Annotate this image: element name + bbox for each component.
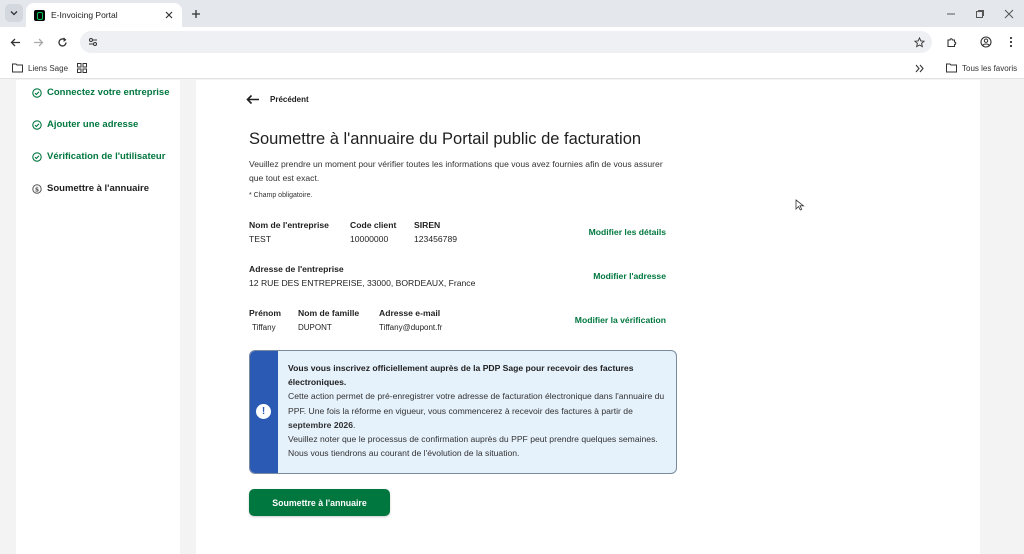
extensions-button[interactable]: [943, 34, 959, 50]
last-name-label: Nom de famille: [298, 308, 360, 318]
star-icon: [913, 36, 925, 48]
intro-text: Veuillez prendre un moment pour vérifier…: [249, 159, 663, 183]
last-name-value: DUPONT: [298, 323, 332, 332]
step-label: Soumettre à l'annuaire: [47, 183, 150, 194]
company-name-value: TEST: [249, 234, 271, 244]
email-value: Tiffany@dupont.fr: [379, 323, 443, 332]
bookmarks-bar: Liens Sage Tous les favoris: [0, 57, 1024, 79]
bookmark-folder-liens-sage[interactable]: Liens Sage: [12, 61, 68, 75]
restore-icon: [976, 10, 984, 18]
required-note: * Champ obligatoire.: [249, 192, 313, 199]
forward-nav-button[interactable]: [30, 34, 46, 50]
arrow-left-icon: [246, 94, 259, 105]
submit-directory-button[interactable]: Soumettre à l'annuaire: [249, 489, 390, 516]
step-label: Vérification de l'utilisateur: [47, 151, 166, 162]
apps-button[interactable]: [77, 61, 92, 75]
notice-text-part: Cette action permet de pré-enregistrer v…: [288, 391, 665, 416]
check-circle-icon: [32, 87, 42, 98]
siren-label: SIREN: [414, 220, 441, 230]
double-chevron-right-icon: [915, 64, 924, 72]
mouse-cursor-icon: [795, 199, 805, 211]
arrow-right-icon: [33, 38, 43, 46]
notice-text-part: .: [352, 419, 356, 430]
step-user-verification[interactable]: Vérification de l'utilisateur: [32, 151, 165, 162]
notice-accent-bar: !: [250, 351, 278, 473]
info-notice: ! Vous vous inscrivez officiellement aup…: [249, 350, 677, 474]
back-nav-button[interactable]: [7, 34, 23, 50]
close-icon: [165, 11, 173, 19]
notice-paragraph-2: Veuillez noter que le processus de confi…: [288, 434, 658, 459]
puzzle-icon: [946, 37, 956, 47]
step-submit-directory[interactable]: $ Soumettre à l'annuaire: [32, 183, 149, 194]
more-bookmarks-button[interactable]: [915, 61, 929, 75]
notice-body: Vous vous inscrivez officiellement auprè…: [288, 361, 668, 460]
browser-tab[interactable]: E-Invoicing Portal: [26, 3, 182, 27]
step-label: Ajouter une adresse: [47, 119, 139, 130]
check-circle-icon: [32, 151, 42, 162]
siren-value: 123456789: [414, 234, 458, 244]
all-bookmarks-folder[interactable]: Tous les favoris: [946, 61, 1017, 75]
close-tab-button[interactable]: [162, 8, 176, 22]
step-label: Connectez votre entreprise: [47, 87, 170, 98]
close-window-button[interactable]: [1001, 6, 1017, 22]
close-icon: [1004, 9, 1014, 19]
edit-address-link[interactable]: Modifier l'adresse: [593, 271, 666, 281]
reload-icon: [57, 37, 67, 47]
tab-title: E-Invoicing Portal: [51, 10, 118, 20]
arrow-left-icon: [10, 38, 20, 46]
chevron-down-icon: [10, 11, 18, 16]
company-address-value: 12 RUE DES ENTREPREISE, 33000, BORDEAUX,…: [249, 278, 476, 288]
more-vert-icon: [1009, 36, 1013, 48]
exclamation-icon: !: [256, 404, 271, 419]
new-tab-button[interactable]: [188, 6, 204, 22]
email-label: Adresse e-mail: [379, 308, 441, 318]
edit-verification-link[interactable]: Modifier la vérification: [575, 315, 666, 325]
bookmark-star-button[interactable]: [912, 35, 926, 49]
check-circle-icon: [32, 119, 42, 130]
bookmark-label: Tous les favoris: [962, 63, 1018, 73]
page-title: Soumettre à l'annuaire du Portail public…: [249, 130, 642, 148]
company-address-label: Adresse de l'entreprise: [249, 264, 344, 274]
menu-button[interactable]: [1003, 34, 1019, 50]
reload-button[interactable]: [54, 34, 70, 50]
address-bar[interactable]: [80, 31, 932, 53]
notice-date: septembre 2026: [288, 419, 353, 430]
back-link[interactable]: Précédent: [246, 94, 309, 105]
main-panel: Précédent Soumettre à l'annuaire du Port…: [196, 80, 980, 554]
folder-icon: [946, 63, 957, 73]
bookmark-label: Liens Sage: [28, 63, 69, 73]
client-code-label: Code client: [350, 220, 397, 230]
site-info-button[interactable]: [86, 35, 100, 49]
account-circle-icon: [980, 36, 992, 48]
company-name-label: Nom de l'entreprise: [249, 220, 329, 230]
browser-toolbar: [0, 27, 1024, 57]
stepper-sidebar: Connectez votre entreprise Ajouter une a…: [16, 80, 180, 554]
page-content: Connectez votre entreprise Ajouter une a…: [0, 80, 1024, 554]
back-label: Précédent: [270, 95, 309, 104]
edit-details-link[interactable]: Modifier les détails: [589, 227, 666, 237]
minimize-button[interactable]: [943, 6, 959, 22]
client-code-value: 10000000: [350, 234, 389, 244]
tune-icon: [89, 38, 97, 46]
first-name-value: Tiffany: [252, 323, 276, 332]
folder-link-icon: [12, 63, 23, 73]
first-name-label: Prénom: [249, 308, 281, 318]
sage-favicon-icon: [34, 9, 45, 21]
profile-button[interactable]: [978, 34, 994, 50]
notice-paragraph-1: Cette action permet de pré-enregistrer v…: [288, 389, 668, 432]
apps-grid-icon: [77, 63, 87, 73]
minimize-icon: [947, 13, 955, 15]
step-add-address[interactable]: Ajouter une adresse: [32, 119, 138, 130]
restore-button[interactable]: [972, 6, 988, 22]
notice-title: Vous vous inscrivez officiellement auprè…: [288, 363, 634, 388]
tab-bar: E-Invoicing Portal: [0, 0, 1024, 27]
plus-icon: [192, 10, 200, 18]
step-connect-company[interactable]: Connectez votre entreprise: [32, 87, 169, 98]
tab-search-button[interactable]: [5, 4, 23, 22]
svg-text:$: $: [35, 186, 39, 193]
dollar-circle-icon: $: [32, 183, 42, 194]
